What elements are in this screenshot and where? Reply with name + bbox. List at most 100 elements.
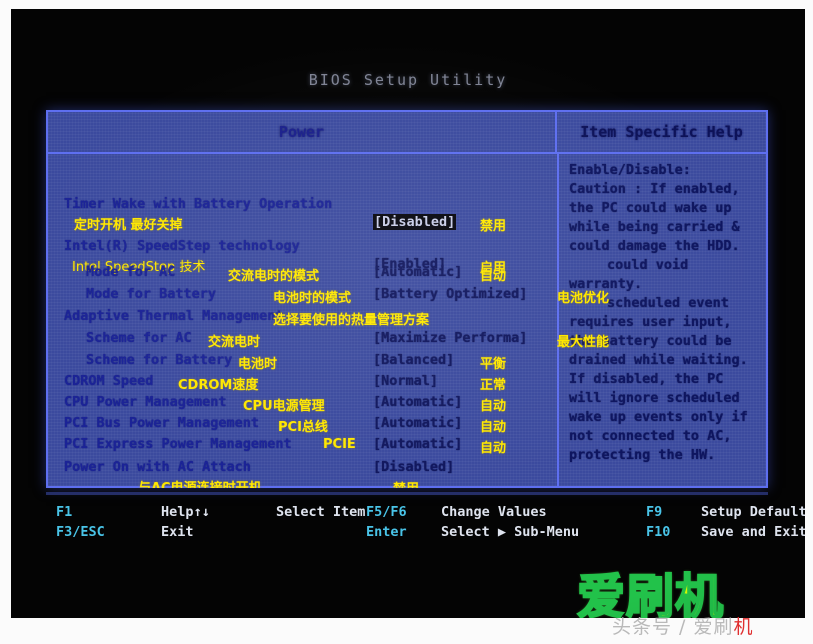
setting-label-annotation: 与AC电源连接时开机 — [138, 477, 262, 488]
setting-label-annotation: CPU电源管理 — [243, 399, 325, 414]
help-text-line: Enable/Disable: — [569, 162, 691, 178]
setting-value[interactable]: [Maximize Performa] — [373, 330, 527, 346]
help-text-line: If disabled, the PC — [569, 371, 724, 387]
pane-divider — [557, 154, 559, 486]
setting-value-annotation: 自动 — [480, 420, 507, 435]
watermark-logo: 爱刷机 — [576, 568, 725, 618]
tab-power-label: Power — [278, 123, 325, 141]
photo-frame: BIOS Setup Utility Power Item Specific H… — [0, 0, 813, 644]
help-panel-title: Item Specific Help — [580, 123, 743, 141]
setting-label: Adaptive Thermal Management — [64, 308, 284, 324]
help-text-line: will ignore scheduled — [569, 390, 740, 406]
function-bar-divider — [46, 492, 768, 495]
help-text-line: scheduled event — [607, 295, 729, 311]
settings-list: Timer Wake with Battery Operation 定时开机 最好… — [48, 156, 557, 488]
function-key-label[interactable]: F10 — [646, 524, 670, 540]
setting-row[interactable]: CPU Power Management CPU电源管理 [Automatic] 自动 — [48, 394, 557, 414]
function-key-description: Change Values — [441, 504, 547, 520]
setting-label-annotation: 交流电时的模式 — [228, 269, 320, 284]
setting-value[interactable]: [Battery Optimized] — [373, 286, 527, 302]
help-text-line: protecting the HW. — [569, 447, 716, 463]
setting-label-annotation: PCI总线 — [278, 420, 328, 435]
setting-label-annotation: 电池时的模式 — [273, 291, 352, 306]
function-key-label[interactable]: F3/ESC — [56, 524, 105, 540]
setting-label: Scheme for AC — [86, 330, 192, 346]
setting-row[interactable]: PCI Express Power Management PCIE [Automat… — [48, 436, 557, 456]
setting-value-annotation: 禁用 — [393, 478, 419, 488]
setting-label-annotation: 电池时 — [238, 357, 278, 372]
setting-label: CPU Power Management — [64, 394, 227, 410]
setting-row[interactable]: Scheme for Battery 电池时 [Balanced] 平衡 — [48, 352, 557, 372]
setting-label: Mode for Battery — [86, 286, 217, 302]
setting-value-annotation: 自动 — [480, 269, 507, 284]
setting-value-annotation: 正常 — [480, 378, 507, 393]
setting-label-annotation: CDROM速度 — [178, 378, 259, 393]
setting-value[interactable]: [Normal] — [373, 373, 438, 389]
item-specific-help-text: Enable/Disable: Caution : If enabled, the … — [561, 156, 766, 488]
setting-value-annotation-overflow: 电池优化 — [557, 291, 610, 306]
setting-value[interactable]: [Automatic] — [373, 436, 462, 452]
help-text-line: could void — [607, 257, 689, 273]
help-text-line: Caution : If enabled, — [569, 181, 740, 197]
function-key-bar: F1 Help↑↓ F3/ESC Exit Select Item F5/F6 Change… — [46, 492, 805, 546]
setting-row[interactable]: Scheme for AC 交流电时 [Maximize Performa] — [48, 330, 557, 350]
setting-label-annotation: PCIE — [323, 437, 356, 452]
setting-value[interactable]: [Automatic] — [373, 264, 462, 280]
help-text-line: wake up events only if — [569, 409, 748, 425]
help-text-line: while being carried & — [569, 219, 740, 235]
setting-value-annotation: 禁用 — [480, 219, 507, 234]
setting-value-annotation: 自动 — [480, 441, 507, 456]
setting-label: Scheme for Battery — [86, 352, 233, 368]
help-text-line: the PC could wake up — [569, 200, 732, 216]
setting-label: PCI Express Power Management — [64, 436, 292, 452]
function-key-description: Select ▶ Sub-Menu — [441, 524, 580, 540]
setting-row[interactable]: Power On with AC Attach 与AC电源连接时开机 [Disabl… — [48, 459, 557, 488]
help-text-line: could damage the HDD. — [569, 238, 740, 254]
function-key-description: Help↑↓ — [161, 504, 210, 520]
function-key-description: Save and Exit — [701, 524, 805, 540]
setting-row[interactable]: Intel(R) SpeedStep technology Intel Speed… — [48, 238, 557, 276]
function-key-label[interactable]: F1 — [56, 504, 72, 520]
help-text-line: drained while waiting. — [569, 352, 748, 368]
setting-label-annotation: 交流电时 — [208, 335, 261, 350]
setting-value-annotation: 自动 — [480, 399, 507, 414]
setting-row[interactable]: PCI Bus Power Management PCI总线 [Automatic]… — [48, 415, 557, 435]
function-key-label[interactable]: Enter — [366, 524, 407, 540]
help-panel-header: Item Specific Help — [557, 112, 766, 152]
tab-power[interactable]: Power — [48, 112, 557, 152]
setting-label: PCI Bus Power Management — [64, 415, 260, 431]
setting-label: Timer Wake with Battery Operation — [64, 196, 333, 212]
bios-utility-title: BIOS Setup Utility — [308, 71, 508, 89]
setting-value[interactable]: [Disabled] — [373, 214, 457, 230]
setting-value[interactable]: [Automatic] — [373, 394, 462, 410]
setting-value[interactable]: [Balanced] — [373, 352, 454, 368]
setting-row[interactable]: Mode for Battery 电池时的模式 [Battery Optimized… — [48, 286, 557, 306]
help-text-line: not connected to AC, — [569, 428, 732, 444]
setting-value[interactable]: [Disabled] — [373, 459, 454, 475]
setting-label: Power On with AC Attach — [64, 459, 251, 475]
footer-credit: 头条号 / 爱刷机 — [612, 612, 754, 639]
bios-screen: BIOS Setup Utility Power Item Specific H… — [11, 9, 805, 618]
setting-label: Mode for AC — [86, 264, 176, 280]
bios-main-window: Power Item Specific Help Timer Wake with… — [46, 110, 768, 488]
setting-row[interactable]: Timer Wake with Battery Operation 定时开机 最好… — [48, 196, 557, 234]
setting-value-annotation-overflow: 最大性能 — [557, 335, 610, 350]
function-key-label[interactable]: F9 — [646, 504, 662, 520]
setting-row[interactable]: CDROM Speed CDROM速度 [Normal] 正常 — [48, 373, 557, 393]
setting-value-annotation: 平衡 — [480, 357, 507, 372]
function-key-description: Exit — [161, 524, 194, 540]
setting-row[interactable]: Adaptive Thermal Management 选择要使用的热量管理方案 — [48, 308, 557, 328]
setting-label: Intel(R) SpeedStep technology — [64, 238, 300, 254]
footer-credit-mark: 机 — [733, 616, 754, 638]
window-header-row: Power Item Specific Help — [48, 112, 766, 154]
help-text-line: requires user input, — [569, 314, 732, 330]
setting-label-annotation: 定时开机 最好关掉 — [74, 218, 183, 233]
setting-row[interactable]: Mode for AC 交流电时的模式 [Automatic] 自动 — [48, 264, 557, 284]
function-key-label[interactable]: F5/F6 — [366, 504, 407, 520]
function-key-description: Select Item — [276, 504, 366, 520]
setting-label-annotation: 选择要使用的热量管理方案 — [273, 313, 430, 328]
function-key-description: Setup Defaults — [701, 504, 805, 520]
setting-value[interactable]: [Automatic] — [373, 415, 462, 431]
setting-label: CDROM Speed — [64, 373, 154, 389]
footer-credit-text: 头条号 / 爱刷 — [612, 616, 734, 638]
